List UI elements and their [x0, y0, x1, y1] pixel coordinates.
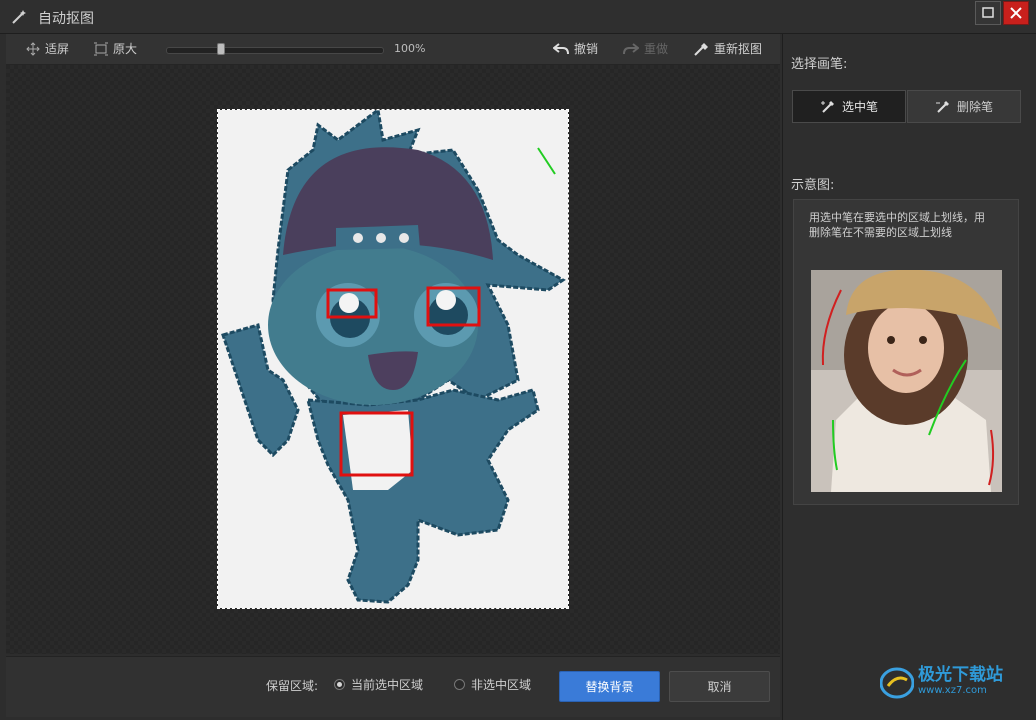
undo-button[interactable]: 撤销 [553, 34, 598, 64]
window-title: 自动抠图 [38, 11, 94, 27]
diagram-label: 示意图: [791, 178, 835, 193]
cartoon-character-image [221, 107, 566, 604]
watermark-logo: 极光下载站 www.xz7.com [880, 666, 1003, 700]
watermark-url: www.xz7.com [918, 685, 987, 696]
radio-current-region[interactable]: 当前选中区域 [334, 676, 423, 693]
toolbar: 适屏 原大 100% 撤销 重做 重新抠图 [6, 34, 780, 65]
redo-icon [623, 43, 639, 55]
recrop-button[interactable]: 重新抠图 [693, 34, 762, 64]
radio-non-selected-region[interactable]: 非选中区域 [454, 676, 531, 693]
radio-dot-non[interactable] [454, 679, 465, 690]
radio-current-label: 当前选中区域 [351, 678, 424, 692]
magic-wand-icon [12, 10, 26, 24]
close-icon [1010, 7, 1022, 19]
select-pen-label: 选中笔 [841, 100, 878, 114]
pen-settings-panel: 选择画笔: 选中笔 删除笔 示意图: 用选中笔在要选中的区域上划线，用 删除笔在… [782, 34, 1036, 720]
radio-dot-current[interactable] [334, 679, 345, 690]
delete-pen-button[interactable]: 删除笔 [907, 90, 1021, 123]
delete-pen-label: 删除笔 [956, 100, 993, 114]
title-bar: 自动抠图 [0, 0, 1036, 34]
watermark-title: 极光下载站 [918, 665, 1003, 685]
original-size-button[interactable]: 原大 [94, 34, 137, 64]
bottom-bar: 保留区域: 当前选中区域 非选中区域 替换背景 取消 [6, 656, 780, 717]
fit-screen-label: 适屏 [45, 42, 70, 56]
aurora-logo-icon [880, 667, 914, 699]
diagram-hint-text: 用选中笔在要选中的区域上划线，用 删除笔在不需要的区域上划线 [809, 210, 1009, 240]
undo-label: 撤销 [574, 42, 599, 56]
recrop-icon [694, 43, 708, 56]
replace-background-button[interactable]: 替换背景 [559, 671, 660, 702]
select-pen-icon [820, 100, 834, 113]
maximize-icon [982, 7, 994, 18]
redo-button[interactable]: 重做 [623, 34, 668, 64]
example-girl-image [811, 270, 1002, 492]
cancel-button[interactable]: 取消 [669, 671, 770, 702]
hint-line-2: 删除笔在不需要的区域上划线 [809, 226, 952, 239]
watermark-text: 极光下载站 www.xz7.com [918, 667, 1003, 699]
undo-icon [553, 43, 569, 55]
diagram-box: 用选中笔在要选中的区域上划线，用 删除笔在不需要的区域上划线 [793, 199, 1019, 505]
zoom-value: 100% [394, 42, 426, 55]
recrop-label: 重新抠图 [714, 42, 763, 56]
keep-region-label: 保留区域: [266, 679, 319, 693]
original-size-label: 原大 [113, 42, 138, 56]
image-preview[interactable] [217, 107, 569, 609]
close-button[interactable] [1003, 1, 1029, 25]
radio-non-label: 非选中区域 [471, 678, 532, 692]
choose-pen-label: 选择画笔: [791, 57, 848, 72]
delete-pen-icon [935, 100, 949, 113]
zoom-slider[interactable] [166, 47, 384, 54]
hint-line-1: 用选中笔在要选中的区域上划线，用 [809, 211, 985, 224]
maximize-button[interactable] [975, 1, 1001, 25]
fit-screen-icon [26, 42, 40, 56]
zoom-slider-thumb[interactable] [216, 43, 225, 55]
select-pen-button[interactable]: 选中笔 [792, 90, 906, 123]
redo-label: 重做 [644, 42, 669, 56]
fit-screen-button[interactable]: 适屏 [26, 34, 69, 64]
original-size-icon [94, 42, 108, 56]
